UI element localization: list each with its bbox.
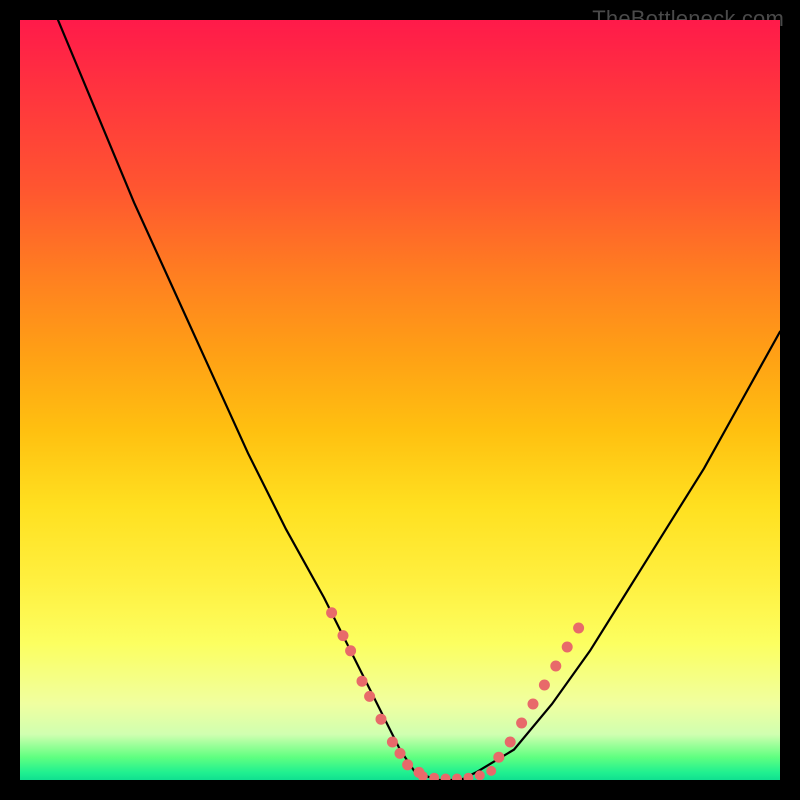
data-dot <box>505 737 516 748</box>
data-dot <box>573 623 584 634</box>
data-dot <box>395 748 406 759</box>
chart-frame <box>20 20 780 780</box>
data-dot <box>475 770 485 780</box>
data-dot <box>486 766 496 776</box>
data-dot <box>364 691 375 702</box>
data-dot <box>528 699 539 710</box>
curve-data-dots <box>326 607 584 780</box>
data-dot <box>402 759 413 770</box>
data-dot <box>429 773 439 780</box>
data-dot <box>376 714 387 725</box>
data-dot <box>326 607 337 618</box>
data-dot <box>550 661 561 672</box>
data-dot <box>441 774 451 781</box>
data-dot <box>452 774 462 781</box>
bottleneck-curve <box>58 20 780 780</box>
data-dot <box>562 642 573 653</box>
data-dot <box>387 737 398 748</box>
chart-svg-layer <box>20 20 780 780</box>
data-dot <box>539 680 550 691</box>
data-dot <box>516 718 527 729</box>
data-dot <box>357 676 368 687</box>
data-dot <box>493 752 504 763</box>
data-dot <box>345 645 356 656</box>
data-dot <box>338 630 349 641</box>
